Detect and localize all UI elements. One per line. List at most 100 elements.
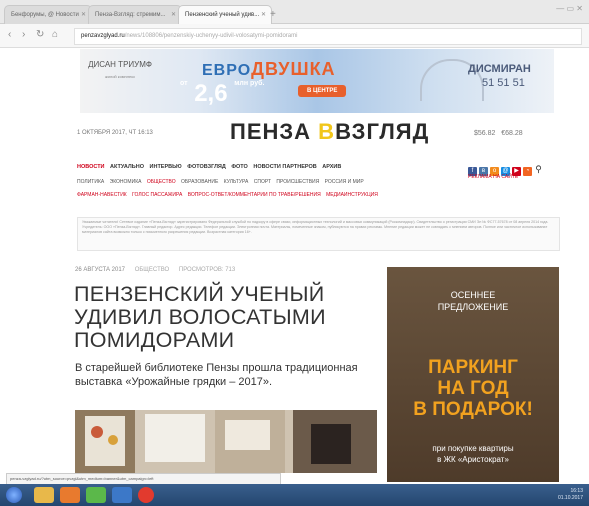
eur-rate: €68.28 [501, 130, 523, 137]
side-ad-offer: ПАРКИНГ НА ГОД В ПОДАРОК! [387, 357, 559, 420]
browser-tab[interactable]: Пенза-Взгляд: стремим... ✕ [88, 5, 182, 24]
app-icon[interactable] [112, 487, 132, 503]
side-ad-offer-line: В ПОДАРОК! [413, 399, 533, 420]
close-icon[interactable]: ✕ [81, 6, 86, 24]
side-ad-line: ПРЕДЛОЖЕНИЕ [437, 302, 509, 312]
banner-headline-b: ДВУШКА [251, 59, 336, 79]
section-item-society[interactable]: ОБЩЕСТВО [147, 179, 176, 185]
main-menu: НОВОСТИ АКТУАЛЬНО ИНТЕРВЬЮ ФОТОВЗГЛЯД ФО… [77, 164, 345, 170]
banner-headline: ЕВРОДВУШКА [202, 59, 336, 80]
side-ad-line: ОСЕННЕЕ [450, 290, 496, 300]
menu-item-news[interactable]: НОВОСТИ [77, 164, 105, 170]
headline-line: ПОМИДОРАМИ [74, 328, 235, 352]
url-input[interactable]: penzavzglyad.ru/news/108806/penzenskiy-u… [74, 28, 582, 45]
search-icon[interactable]: ⚲ [534, 165, 543, 174]
banner-price-from: от [180, 80, 188, 87]
banner-headline-a: ЕВРО [202, 62, 252, 79]
special-item[interactable]: ФАРМАН-НАВЕСТИК [77, 192, 127, 198]
article-date: 26 АВГУСТА 2017 [75, 267, 126, 273]
browser-tab-bar: Бенфорумы, @ Новости ✕ Пенза-Взгляд: стр… [0, 0, 589, 24]
tray-date: 01.10.2017 [557, 495, 583, 501]
banner-phone: 51 51 51 [482, 77, 525, 89]
side-ad-title: ОСЕННЕЕ ПРЕДЛОЖЕНИЕ [387, 289, 559, 313]
menu-item-photoview[interactable]: ФОТОВЗГЛЯД [187, 164, 226, 170]
new-tab-button[interactable]: + [270, 9, 276, 20]
banner-price: от 2,6 млн руб. [180, 80, 264, 108]
logo-part-c: ВЗГЛЯД [335, 119, 430, 144]
banner-price-unit: млн руб. [234, 80, 265, 87]
section-item-sport[interactable]: СПОРТ [254, 179, 271, 185]
rss-icon[interactable]: ◔ [523, 167, 532, 176]
menu-item-photo[interactable]: ФОТО [231, 164, 247, 170]
banner-left-sub: жилой комплекс [104, 74, 136, 79]
section-item-world[interactable]: РОССИЯ И МИР [325, 179, 364, 185]
reload-icon[interactable]: ↻ [36, 29, 44, 40]
headline-line: ПЕНЗЕНСКИЙ УЧЕНЫЙ [74, 282, 325, 306]
special-menu: ФАРМАН-НАВЕСТИК ГОЛОС ПАССАЖИРА ВОПРОС-О… [77, 192, 382, 198]
side-ad[interactable]: ОСЕННЕЕ ПРЕДЛОЖЕНИЕ ПАРКИНГ НА ГОД В ПОД… [387, 267, 559, 482]
legal-notice: Уважаемые читатели! Сетевое издание «Пен… [77, 217, 560, 251]
url-path: /news/108806/penzenskiy-uchenyy-udivil-v… [124, 33, 298, 39]
ads-link[interactable]: РЕКЛАМА НА САЙТЕ [468, 174, 518, 180]
side-ad-offer-line: ПАРКИНГ [428, 357, 518, 378]
currency-rates: $56.82 €68.28 [474, 130, 523, 137]
article-views: ПРОСМОТРОВ: 713 [178, 267, 236, 273]
system-tray[interactable]: 16:13 01.10.2017 [558, 488, 583, 502]
section-item-economy[interactable]: ЭКОНОМИКА [110, 179, 142, 185]
site-logo[interactable]: ПЕНЗА ВВЗГЛЯД [230, 119, 429, 145]
menu-item-partners[interactable]: НОВОСТИ ПАРТНЕРОВ [253, 164, 316, 170]
tray-time: 16:13 [570, 488, 583, 494]
banner-badge: В ЦЕНТРЕ [298, 85, 347, 97]
back-icon[interactable]: ‹ [8, 29, 11, 40]
start-button-icon[interactable] [6, 487, 22, 503]
banner-price-value: 2,6 [194, 80, 228, 107]
section-item-politics[interactable]: ПОЛИТИКА [77, 179, 104, 185]
banner-right-brand: ДИСМИРАН [468, 63, 531, 75]
article-meta: 26 АВГУСТА 2017 ОБЩЕСТВО ПРОСМОТРОВ: 713 [75, 267, 235, 273]
section-item-incidents[interactable]: ПРОИСШЕСТВИЯ [276, 179, 319, 185]
section-item-education[interactable]: ОБРАЗОВАНИЕ [181, 179, 218, 185]
menu-item-archive[interactable]: АРХИВ [322, 164, 341, 170]
side-ad-footnote: при покупке квартиры в ЖК «Аристократ» [387, 443, 559, 465]
home-icon[interactable]: ⌂ [52, 29, 58, 40]
forward-icon[interactable]: › [22, 29, 25, 40]
article-photo-image [75, 410, 377, 473]
headline-line: УДИВИЛ ВОЛОСАТЫМИ [74, 305, 326, 329]
article-lead: В старейшей библиотеке Пензы прошла трад… [75, 362, 358, 388]
tab-title: Пенза-Взгляд: стремим... [95, 12, 166, 18]
address-bar: ‹ › ↻ ⌂ penzavzglyad.ru/news/108806/penz… [0, 24, 589, 48]
special-item[interactable]: ВОПРОС-ОТВЕТ/КОММЕНТАРИИ ПО ТРАВЕ/РЕШЕНИ… [188, 192, 321, 198]
window-controls[interactable]: — ▭ ✕ [556, 4, 583, 13]
banner-left-logo: ДИСАН ТРИУМФ жилой комплекс [85, 59, 155, 99]
url-domain: penzavzglyad.ru [81, 33, 125, 39]
section-item-culture[interactable]: КУЛЬТУРА [224, 179, 249, 185]
site-date: 1 ОКТЯБРЯ 2017, ЧТ 16:13 [77, 130, 153, 136]
tab-title: Пензенский ученый удив... [185, 12, 260, 18]
media-player-icon[interactable] [60, 487, 80, 503]
opera-icon[interactable] [138, 487, 154, 503]
chrome-icon[interactable] [86, 487, 106, 503]
logo-part-a: ПЕНЗА [230, 119, 312, 144]
article-headline: ПЕНЗЕНСКИЙ УЧЕНЫЙ УДИВИЛ ВОЛОСАТЫМИ ПОМИ… [74, 283, 374, 352]
top-banner-ad[interactable]: ДИСАН ТРИУМФ жилой комплекс ЕВРОДВУШКА о… [80, 49, 554, 113]
close-icon[interactable]: ✕ [261, 6, 266, 24]
menu-item-actual[interactable]: АКТУАЛЬНО [110, 164, 144, 170]
tab-title: Бенфорумы, @ Новости [11, 12, 79, 18]
special-item[interactable]: МЕДИАИНСТРУКЦИЯ [326, 192, 378, 198]
menu-item-interview[interactable]: ИНТЕРВЬЮ [150, 164, 182, 170]
section-menu: ПОЛИТИКА ЭКОНОМИКА ОБЩЕСТВО ОБРАЗОВАНИЕ … [77, 179, 368, 185]
side-ad-offer-line: НА ГОД [437, 378, 509, 399]
side-ad-small: в ЖК «Аристократ» [437, 455, 509, 464]
special-item[interactable]: ГОЛОС ПАССАЖИРА [132, 192, 182, 198]
browser-tab-active[interactable]: Пензенский ученый удив... ✕ [178, 5, 272, 24]
taskbar: 16:13 01.10.2017 [0, 484, 589, 506]
article-photo[interactable] [75, 410, 377, 473]
side-ad-small: при покупке квартиры [432, 444, 514, 453]
logo-part-b: В [318, 119, 336, 144]
article-category[interactable]: ОБЩЕСТВО [135, 267, 170, 273]
close-icon[interactable]: ✕ [171, 6, 176, 24]
usd-rate: $56.82 [474, 130, 496, 137]
browser-tab[interactable]: Бенфорумы, @ Новости ✕ [4, 5, 92, 24]
explorer-icon[interactable] [34, 487, 54, 503]
banner-left-brand: ДИСАН ТРИУМФ [88, 60, 152, 69]
